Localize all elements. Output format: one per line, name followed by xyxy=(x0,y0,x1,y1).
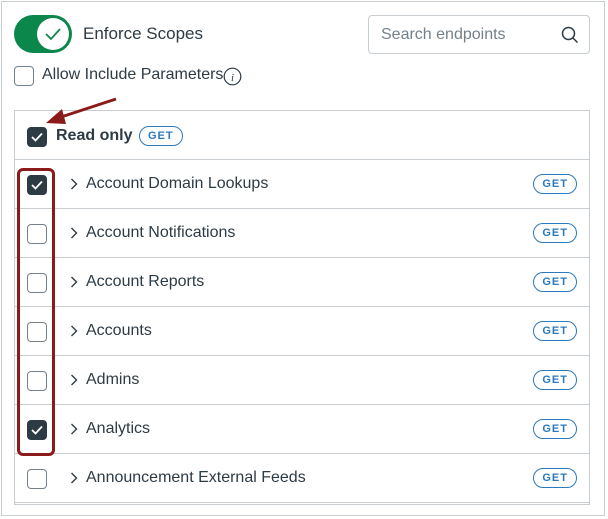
endpoint-row[interactable]: Announcement External Feeds GET xyxy=(15,454,589,503)
chevron-right-icon[interactable] xyxy=(70,325,78,337)
endpoint-row[interactable]: Account Domain Lookups GET xyxy=(15,160,589,209)
get-badge: GET xyxy=(139,126,183,146)
toggle-knob xyxy=(37,18,69,50)
check-icon xyxy=(45,28,61,41)
search-icon[interactable] xyxy=(561,26,579,44)
endpoint-name: Admins xyxy=(86,371,140,388)
checkmark-icon xyxy=(31,132,43,142)
endpoint-name: Account Reports xyxy=(86,273,205,290)
endpoint-name: Analytics xyxy=(86,420,151,437)
endpoint-row[interactable]: Accounts GET xyxy=(15,307,589,356)
endpoints-table: Read only GET Account Domain Lookups GET A… xyxy=(14,110,590,505)
chevron-right-icon[interactable] xyxy=(70,227,78,239)
get-badge: GET xyxy=(533,370,577,390)
chevron-right-icon[interactable] xyxy=(70,472,78,484)
endpoint-name: Account Notifications xyxy=(86,224,236,241)
annotation-highlight-box xyxy=(17,168,55,456)
allow-include-checkbox[interactable] xyxy=(14,66,34,86)
read-only-label: Read only xyxy=(56,127,133,144)
endpoint-row[interactable]: Admins GET xyxy=(15,356,589,405)
endpoint-name: Account Domain Lookups xyxy=(86,175,269,192)
svg-text:i: i xyxy=(231,72,234,84)
endpoint-row[interactable]: Analytics GET xyxy=(15,405,589,454)
chevron-right-icon[interactable] xyxy=(70,178,78,190)
get-badge: GET xyxy=(533,174,577,194)
get-badge: GET xyxy=(533,419,577,439)
get-badge: GET xyxy=(533,468,577,488)
annotation-arrow xyxy=(46,97,117,124)
search-input[interactable]: Search endpoints xyxy=(368,15,590,54)
endpoint-row[interactable]: Account Reports GET xyxy=(15,258,589,307)
search-placeholder: Search endpoints xyxy=(381,26,506,43)
chevron-right-icon[interactable] xyxy=(70,374,78,386)
endpoint-checkbox[interactable] xyxy=(27,469,47,489)
chevron-right-icon[interactable] xyxy=(70,423,78,435)
enforce-scopes-label: Enforce Scopes xyxy=(83,24,204,43)
read-only-checkbox[interactable] xyxy=(27,127,47,147)
endpoint-name: Announcement External Feeds xyxy=(86,469,306,486)
get-badge: GET xyxy=(533,321,577,341)
enforce-scopes-toggle[interactable] xyxy=(14,15,72,53)
info-icon[interactable]: i xyxy=(223,67,242,86)
get-badge: GET xyxy=(533,223,577,243)
allow-include-label: Allow Include Parameters xyxy=(42,66,224,83)
chevron-right-icon[interactable] xyxy=(70,276,78,288)
endpoint-row[interactable]: Account Notifications GET xyxy=(15,209,589,258)
get-badge: GET xyxy=(533,272,577,292)
endpoint-name: Accounts xyxy=(86,322,152,339)
